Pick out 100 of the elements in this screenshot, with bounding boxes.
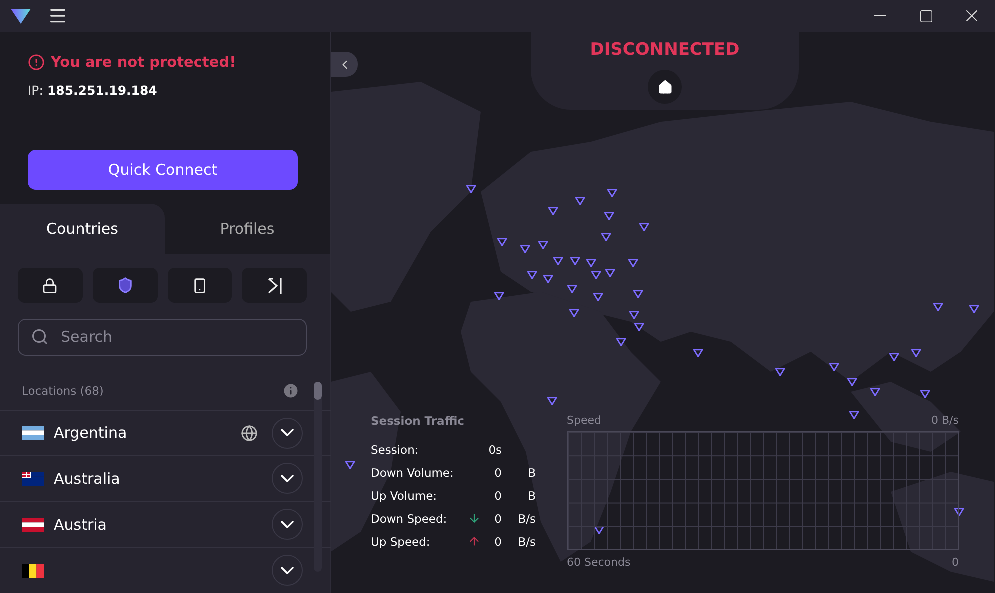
home-button[interactable] [648,70,682,104]
server-marker-icon[interactable] [633,290,646,301]
country-name: Argentina [54,424,128,442]
server-marker-icon[interactable] [570,257,583,268]
quick-connect-button[interactable]: Quick Connect [28,150,298,190]
graph-end-label: 0 [952,556,959,569]
server-marker-icon[interactable] [604,212,617,223]
scrollbar[interactable] [314,382,322,572]
server-marker-icon[interactable] [548,207,561,218]
server-marker-icon[interactable] [538,241,551,252]
traffic-label: Up Volume: [371,488,438,502]
server-marker-icon[interactable] [849,411,862,422]
server-marker-icon[interactable] [575,197,588,208]
expand-button[interactable] [272,509,303,540]
server-marker-icon[interactable] [933,303,946,314]
server-marker-icon[interactable] [920,390,933,401]
server-marker-icon[interactable] [954,508,967,519]
server-marker-icon[interactable] [607,189,620,200]
server-marker-icon[interactable] [911,349,924,360]
server-marker-icon[interactable] [593,293,606,304]
down-arrow-icon [468,512,481,525]
search-icon [31,328,49,346]
filter-button[interactable] [168,268,232,303]
traffic-unit: B/s [517,512,536,526]
session-traffic-title: Session Traffic [371,414,466,428]
server-marker-icon[interactable] [639,223,652,234]
flag-icon [22,518,44,532]
server-marker-icon[interactable] [543,275,556,286]
server-marker-icon[interactable] [547,397,560,408]
logo-icon [10,7,32,25]
phone-icon [192,278,208,294]
search-field[interactable]: Search [18,319,307,356]
server-marker-icon[interactable] [634,323,647,334]
traffic-value: 0 [494,512,502,526]
server-marker-icon[interactable] [586,259,599,270]
traffic-label: Up Speed: [371,534,432,548]
ip-address: 185.251.19.184 [47,83,158,98]
chevron-down-icon [281,429,294,437]
server-marker-icon[interactable] [601,233,614,244]
server-marker-icon[interactable] [775,368,788,379]
filter-button[interactable] [18,268,83,303]
flag-icon [22,564,44,578]
server-marker-icon[interactable] [693,349,706,360]
traffic-unit: B [527,488,536,502]
server-marker-icon[interactable] [569,309,582,320]
chevron-down-icon [281,520,294,529]
server-marker-icon[interactable] [889,353,902,364]
traffic-unit: B [527,466,536,480]
flag-icon [22,472,44,486]
country-name: Australia [54,470,122,488]
graph-max-label: 0 B/s [932,414,959,427]
server-marker-icon[interactable] [345,461,358,472]
maximize-icon [918,8,934,24]
locations-count: Locations (68) [22,384,104,398]
traffic-value: 0 [494,534,502,548]
server-marker-icon[interactable] [629,311,642,322]
arrow-to-bar-icon [266,276,283,294]
expand-button[interactable] [272,555,303,586]
up-arrow-icon [468,535,481,548]
server-marker-icon[interactable] [829,363,842,374]
traffic-value: 0 [494,466,502,480]
server-marker-icon[interactable] [520,245,533,256]
server-marker-icon[interactable] [847,378,860,389]
server-marker-icon[interactable] [527,271,540,282]
server-marker-icon[interactable] [616,338,629,349]
traffic-label: Down Volume: [371,466,455,480]
server-marker-icon[interactable] [870,388,883,399]
search-input[interactable]: Search [59,327,259,348]
lock-icon [42,278,58,294]
server-marker-icon[interactable] [594,526,607,537]
graph-time-label: 60 Seconds [567,556,631,569]
server-marker-icon[interactable] [567,285,580,296]
protection-status: You are not protected! [51,54,236,70]
info-icon[interactable] [282,382,300,400]
server-marker-icon[interactable] [591,271,604,282]
country-name: Austria [54,516,108,534]
flag-icon [22,426,44,440]
alert-icon [28,54,45,71]
traffic-value: 0s [488,442,502,456]
expand-button[interactable] [272,463,303,494]
home-icon [658,80,672,94]
traffic-label: Session: [371,442,420,456]
server-marker-icon[interactable] [497,238,510,249]
chevron-down-icon [281,566,294,575]
filter-button[interactable] [242,268,307,303]
traffic-value: 0 [494,488,502,502]
traffic-label: Down Speed: [371,512,448,526]
server-marker-icon[interactable] [553,257,566,268]
tab[interactable]: Countries [0,204,165,254]
traffic-unit: B/s [517,534,536,548]
server-marker-icon[interactable] [605,269,618,280]
server-marker-icon[interactable] [466,185,479,196]
server-marker-icon[interactable] [969,305,982,316]
server-marker-icon[interactable] [628,259,641,270]
expand-button[interactable] [272,418,303,448]
collapse-button[interactable] [331,52,358,77]
connection-status: DISCONNECTED [590,40,740,60]
graph-title: Speed [567,414,602,427]
minimize-icon [874,15,886,17]
server-marker-icon[interactable] [494,292,507,303]
